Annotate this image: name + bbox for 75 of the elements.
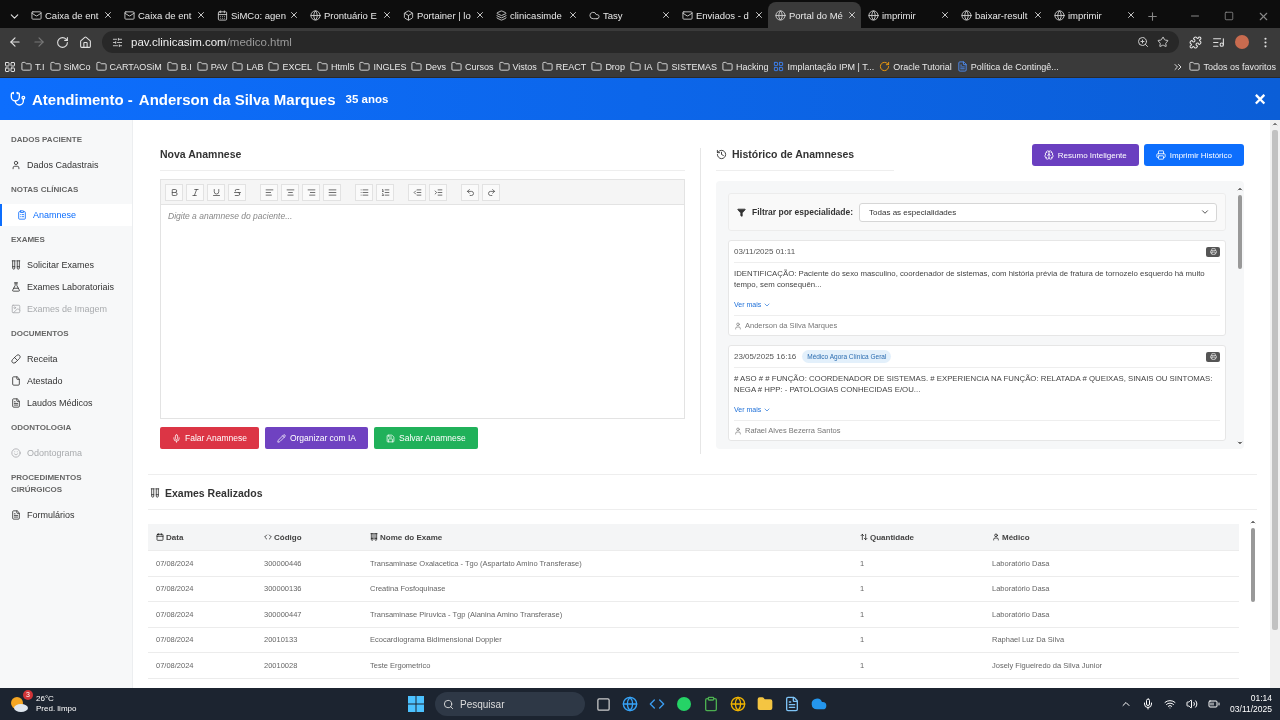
bookmark[interactable]: Cursos [465,61,494,72]
browser-tab[interactable]: SiMCo: agen [210,2,303,28]
specialty-select[interactable]: Todas as especialidades [859,202,1217,222]
sidebar-item[interactable]: Receita [0,348,132,370]
column-header: Nome do Exame [380,532,443,542]
action-button[interactable]: Imprimir Histórico [1143,144,1244,166]
section-title: Exames Realizados [165,487,263,499]
sidebar-item[interactable]: Laudos Médicos [0,392,132,414]
entry-date: 23/05/2025 16:16 [734,352,797,361]
bookmark[interactable]: INGLES [373,61,407,72]
browser-tab[interactable]: Portal do Mé [768,2,861,28]
browser-tab[interactable]: baixar-result [954,2,1047,28]
bookmark[interactable]: SISTEMAS [671,61,717,72]
weather-text: Pred. limpo [36,704,77,714]
bookmark[interactable]: Oracle Tutorial [893,61,952,72]
sidebar-item[interactable]: Exames Laboratoriais [0,276,132,298]
patient-name: Anderson da Silva Marques [138,90,336,108]
sidebar-heading: EXAMES [10,234,46,246]
bookmark[interactable]: Todos os favoritos [1203,61,1276,72]
bookmark[interactable]: B.I [180,61,192,72]
sidebar-heading: DOCUMENTOS [10,328,70,340]
section-title: Nova Anamnese [160,148,242,160]
sidebar-heading: ODONTOLOGIA [10,422,73,434]
sidebar-item[interactable]: Solicitar Exames [0,254,132,276]
bookmark[interactable]: Html5 [330,61,355,72]
bookmark[interactable]: CARTAOSiM [109,61,162,72]
browser-tab[interactable]: Prontuário E [303,2,396,28]
clock-time: 01:14 [1250,693,1272,704]
browser-tab[interactable]: Tasy [582,2,675,28]
bookmark[interactable]: REACT [555,61,587,72]
clock-date: 03/11/2025 [1230,704,1272,715]
sidebar-item[interactable]: Formulários [0,504,132,526]
browser-tab[interactable]: Caixa de ent [24,2,117,28]
bookmark[interactable]: Drop [605,61,625,72]
bookmark[interactable]: Política de Contingê... [970,61,1059,72]
temperature: 26°C [36,694,55,704]
sidebar-item[interactable]: Anamnese [0,204,132,226]
anamnese-input[interactable]: Digite a anamnese do paciente... [160,205,685,419]
patient-age: 35 anos [345,93,389,105]
header-title: Atendimento - [32,90,133,108]
close-button[interactable]: × [1250,87,1270,111]
column-header: Data [166,532,184,542]
sidebar-heading: NOTAS CLÍNICAS [10,184,80,196]
bookmark[interactable]: Implantação IPM | T... [787,61,875,72]
bookmark[interactable]: Vistos [512,61,537,72]
sidebar-item[interactable]: Atestado [0,370,132,392]
column-header: Médico [1002,532,1030,542]
column-header: Quantidade [870,532,914,542]
bookmark[interactable]: SiMCo [63,61,91,72]
sidebar-heading: DADOS PACIENTE [10,134,83,146]
entry-date: 03/11/2025 01:11 [734,247,796,256]
action-button[interactable]: Organizar com IA [264,427,369,449]
bookmark[interactable]: LAB [246,61,264,72]
browser-tab[interactable]: imprimir [1047,2,1140,28]
bookmark[interactable]: PAV [210,61,228,72]
address-bar[interactable]: pav.clinicasim.com/medico.html [102,31,1179,53]
bookmark[interactable]: T.I [35,61,45,72]
browser-tab[interactable]: Portainer | lo [396,2,489,28]
action-button[interactable]: Resumo Inteligente [1031,144,1139,166]
column-header: Código [274,532,302,542]
url-text: pav.clinicasim.com/medico.html [131,36,292,48]
browser-tab[interactable]: imprimir [861,2,954,28]
action-button[interactable]: Falar Anamnese [160,427,259,449]
filter-label: Filtrar por especialidade: [752,207,854,217]
search-field[interactable]: Pesquisar [435,692,585,716]
browser-tab[interactable]: Enviados - d [675,2,768,28]
bookmark[interactable]: Hacking [735,61,769,72]
sidebar-item[interactable]: Dados Cadastrais [0,154,132,176]
bookmark[interactable]: EXCEL [282,61,312,72]
browser-tab[interactable]: clinicasimde [489,2,582,28]
section-title: Histórico de Anamneses [732,148,855,160]
sidebar-heading: PROCEDIMENTOS CIRÚRGICOS [10,472,83,496]
browser-tab[interactable]: Caixa de ent [117,2,210,28]
bookmark[interactable]: Devs [425,61,446,72]
bookmark[interactable]: IA [643,61,653,72]
